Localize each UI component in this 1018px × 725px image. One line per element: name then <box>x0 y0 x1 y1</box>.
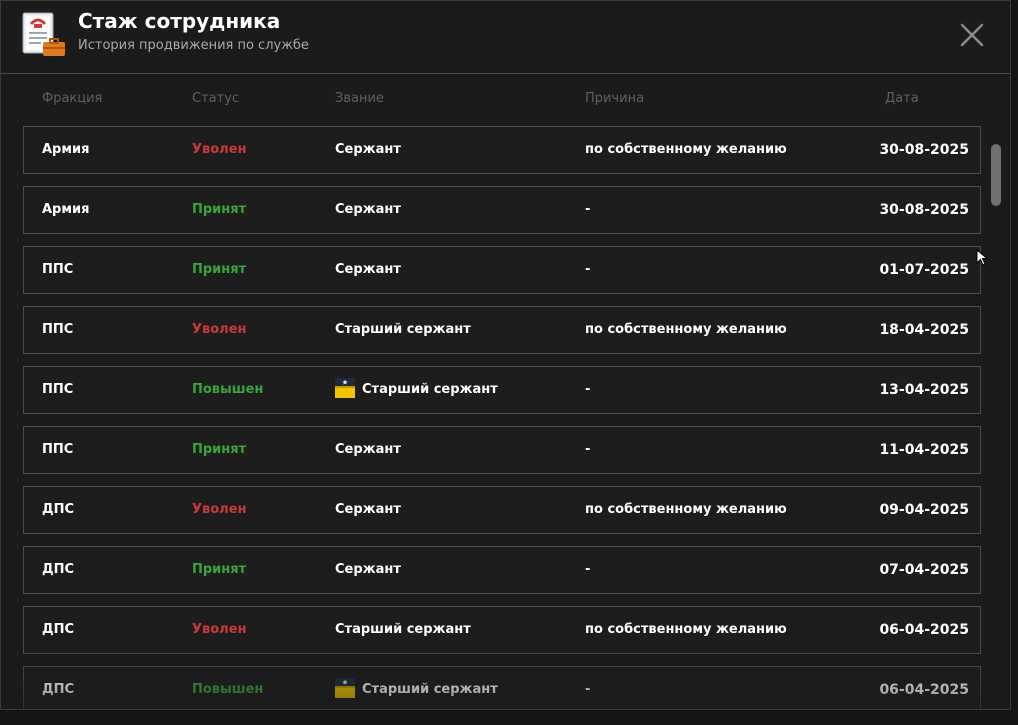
faction-cell: ППС <box>42 382 74 397</box>
reason-cell: - <box>585 262 591 277</box>
status-cell: Уволен <box>192 622 247 637</box>
rank-cell: Сержант <box>335 547 401 593</box>
rank-label: Старший сержант <box>335 622 471 637</box>
rank-cell: Старший сержант <box>335 667 498 709</box>
status-cell: Уволен <box>192 502 247 517</box>
date-cell: 06-04-2025 <box>879 622 969 638</box>
faction-cell: Армия <box>42 142 90 157</box>
table-row[interactable]: ППС Уволен Старший сержант по собственному … <box>23 306 981 354</box>
service-history-window: Стаж сотрудника История продвижения по с… <box>0 0 1011 710</box>
status-cell: Повышен <box>192 382 264 397</box>
date-cell: 30-08-2025 <box>879 202 969 218</box>
table-row[interactable]: ДПС Уволен Старший сержант по собственному … <box>23 606 981 654</box>
status-cell: Повышен <box>192 682 264 697</box>
status-cell: Принят <box>192 202 247 217</box>
date-cell: 06-04-2025 <box>879 682 969 698</box>
status-cell: Принят <box>192 262 247 277</box>
rank-cell: Старший сержант <box>335 367 498 413</box>
mouse-cursor-icon <box>976 249 989 266</box>
rank-label: Сержант <box>335 262 401 277</box>
faction-cell: ДПС <box>42 502 74 517</box>
date-cell: 18-04-2025 <box>879 322 969 338</box>
column-header-rank: Звание <box>335 91 384 106</box>
reason-cell: - <box>585 562 591 577</box>
table-row[interactable]: ДПС Повышен Старший сержант - 06-04-2025 <box>23 666 981 709</box>
faction-cell: ППС <box>42 322 74 337</box>
rank-cell: Сержант <box>335 427 401 473</box>
status-cell: Принят <box>192 442 247 457</box>
column-header-date: Дата <box>885 91 919 106</box>
faction-cell: ДПС <box>42 622 74 637</box>
date-cell: 09-04-2025 <box>879 502 969 518</box>
rank-label: Сержант <box>335 502 401 517</box>
page-subtitle: История продвижения по службе <box>78 38 309 53</box>
close-icon[interactable] <box>956 19 988 51</box>
date-cell: 01-07-2025 <box>879 262 969 278</box>
date-cell: 07-04-2025 <box>879 562 969 578</box>
rank-label: Старший сержант <box>335 322 471 337</box>
rank-cell: Сержант <box>335 127 401 173</box>
table-row[interactable]: ППС Принят Сержант - 11-04-2025 <box>23 426 981 474</box>
faction-cell: ППС <box>42 442 74 457</box>
date-cell: 13-04-2025 <box>879 382 969 398</box>
column-header-status: Статус <box>192 91 240 106</box>
rank-label: Сержант <box>335 562 401 577</box>
window-header: Стаж сотрудника История продвижения по с… <box>1 1 1010 74</box>
faction-cell: ДПС <box>42 682 74 697</box>
faction-cell: ДПС <box>42 562 74 577</box>
date-cell: 30-08-2025 <box>879 142 969 158</box>
rank-label: Старший сержант <box>362 382 498 397</box>
faction-cell: ППС <box>42 262 74 277</box>
rank-cell: Старший сержант <box>335 607 471 653</box>
page-title: Стаж сотрудника <box>78 9 281 33</box>
rank-cell: Сержант <box>335 247 401 293</box>
rank-insignia-icon <box>335 678 355 698</box>
table-row[interactable]: Армия Уволен Сержант по собственному желани… <box>23 126 981 174</box>
rank-label: Сержант <box>335 202 401 217</box>
rank-label: Сержант <box>335 442 401 457</box>
reason-cell: - <box>585 682 591 697</box>
status-cell: Уволен <box>192 142 247 157</box>
reason-cell: - <box>585 442 591 457</box>
rank-cell: Сержант <box>335 487 401 533</box>
rank-cell: Старший сержант <box>335 307 471 353</box>
status-cell: Уволен <box>192 322 247 337</box>
faction-cell: Армия <box>42 202 90 217</box>
reason-cell: по собственному желанию <box>585 622 787 637</box>
table-header: Фракция Статус Звание Причина Дата <box>23 91 981 111</box>
column-header-reason: Причина <box>585 91 645 106</box>
table-row[interactable]: ДПС Уволен Сержант по собственному желанию 0… <box>23 486 981 534</box>
table-row[interactable]: ППС Повышен Старший сержант - 13-04-2025 <box>23 366 981 414</box>
reason-cell: по собственному желанию <box>585 142 787 157</box>
date-cell: 11-04-2025 <box>879 442 969 458</box>
reason-cell: - <box>585 382 591 397</box>
column-header-faction: Фракция <box>42 91 103 106</box>
reason-cell: по собственному желанию <box>585 502 787 517</box>
table-row[interactable]: ДПС Принят Сержант - 07-04-2025 <box>23 546 981 594</box>
rank-cell: Сержант <box>335 187 401 233</box>
document-briefcase-icon <box>22 12 65 56</box>
table-row[interactable]: ППС Принят Сержант - 01-07-2025 <box>23 246 981 294</box>
rank-label: Сержант <box>335 142 401 157</box>
table-row[interactable]: Армия Принят Сержант - 30-08-2025 <box>23 186 981 234</box>
reason-cell: - <box>585 202 591 217</box>
scrollbar-thumb[interactable] <box>991 144 1001 206</box>
rank-insignia-icon <box>335 378 355 398</box>
reason-cell: по собственному желанию <box>585 322 787 337</box>
status-cell: Принят <box>192 562 247 577</box>
rank-label: Старший сержант <box>362 682 498 697</box>
